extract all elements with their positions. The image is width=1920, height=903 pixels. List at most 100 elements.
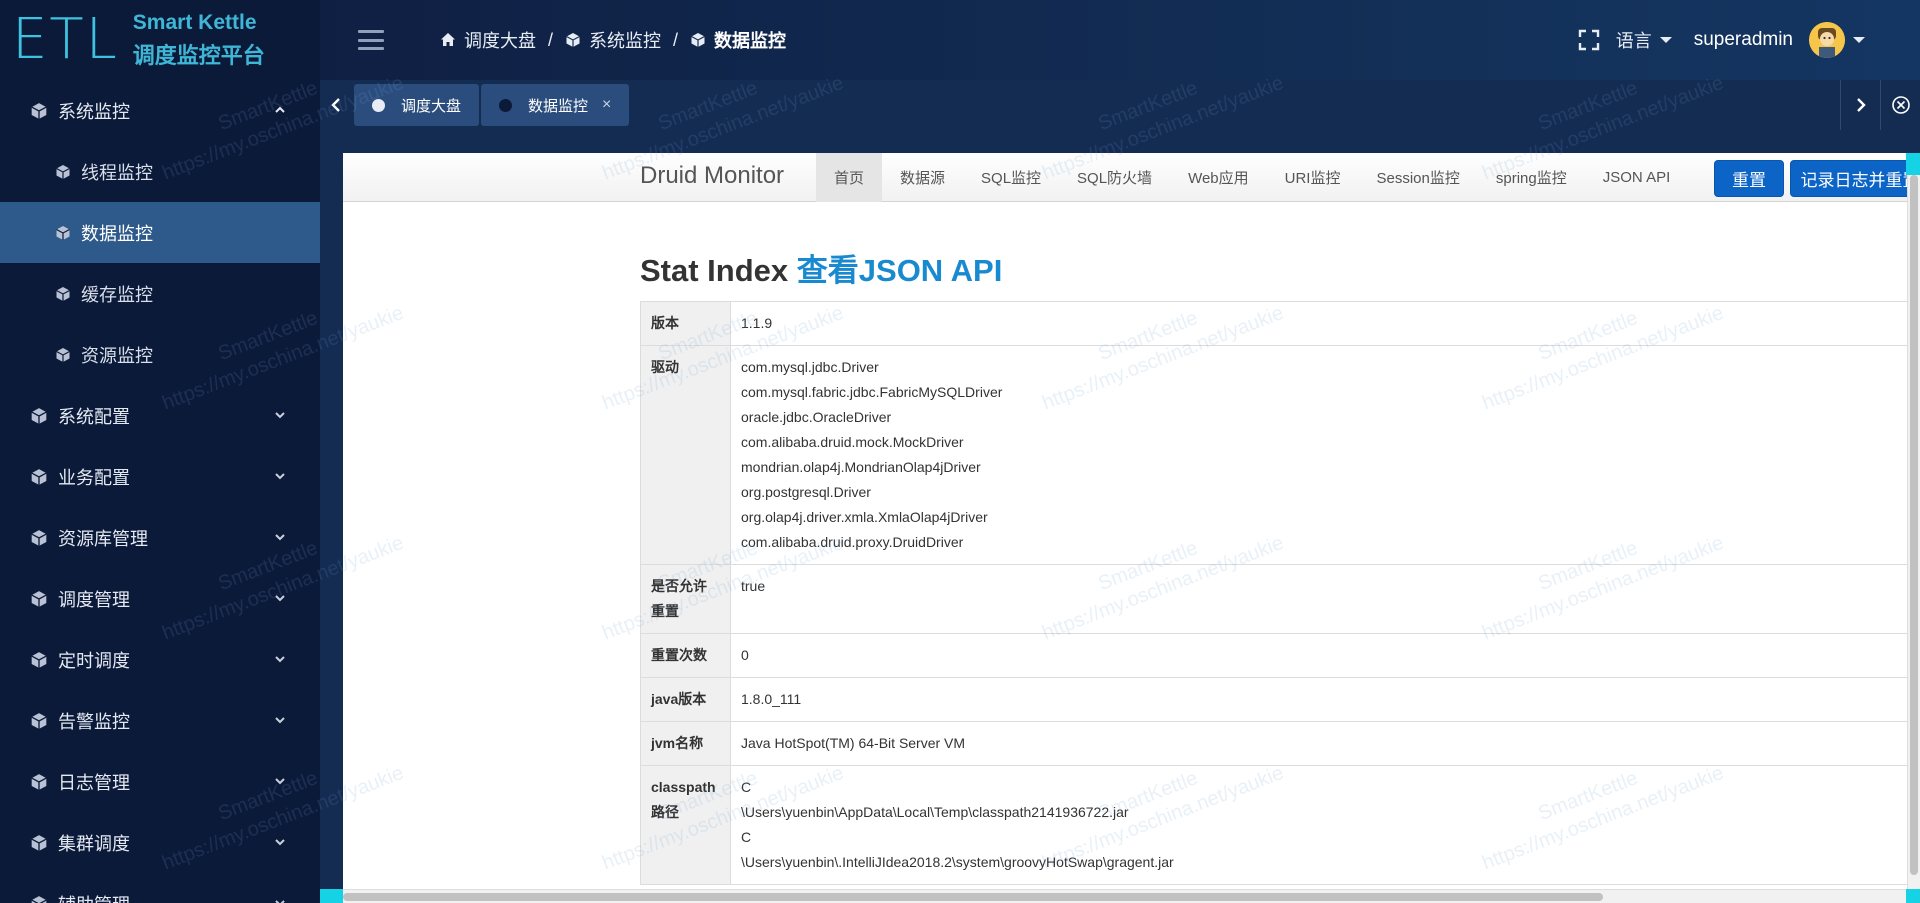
druid-nav-link[interactable]: Session监控 xyxy=(1358,153,1477,202)
sidebar-item[interactable]: 业务配置 xyxy=(0,446,320,507)
logo-text: Smart Kettle 调度监控平台 xyxy=(133,11,265,70)
sidebar-subitem[interactable]: 资源监控 xyxy=(0,324,320,385)
table-row: 驱动 com.mysql.jdbc.Driver com.mysql.fabric.… xyxy=(640,345,1920,565)
sidebar-item[interactable]: 资源库管理 xyxy=(0,507,320,568)
cube-icon xyxy=(31,529,47,546)
sidebar-subitem[interactable]: 数据监控 xyxy=(0,202,320,263)
cube-icon xyxy=(56,164,70,179)
horizontal-scrollbar[interactable] xyxy=(343,889,1920,903)
table-row: classpath路径 C \Users\yuenbin\AppData\Local… xyxy=(640,765,1920,885)
username: superadmin xyxy=(1693,29,1793,50)
druid-nav-link[interactable]: JSON API xyxy=(1585,153,1689,202)
druid-nav-link[interactable]: spring监控 xyxy=(1478,153,1585,202)
cube-icon xyxy=(31,712,47,729)
chevron-down-icon xyxy=(275,534,285,541)
accent-corner xyxy=(1906,889,1920,903)
druid-brand[interactable]: Druid Monitor xyxy=(640,162,784,190)
tabs-actions xyxy=(1840,80,1920,130)
reset-button[interactable]: 重置 xyxy=(1714,160,1784,197)
druid-nav-link[interactable]: SQL监控 xyxy=(963,153,1059,202)
sidebar-item[interactable]: 系统配置 xyxy=(0,385,320,446)
cube-icon xyxy=(56,347,70,362)
breadcrumb-separator: / xyxy=(548,29,554,50)
value-line: true xyxy=(741,578,766,594)
vertical-scrollbar[interactable] xyxy=(1907,153,1920,889)
close-all-tabs-button[interactable] xyxy=(1880,80,1920,130)
logo[interactable]: ETL Smart Kettle 调度监控平台 xyxy=(0,0,320,80)
sidebar-item[interactable]: 告警监控 xyxy=(0,690,320,751)
table-row: 重置次数 0 xyxy=(640,633,1920,678)
top-header: 调度大盘 / 系统监控 / 数据监控 语言 superadmin xyxy=(320,0,1920,80)
cube-icon xyxy=(566,33,580,47)
breadcrumb-item[interactable]: 调度大盘 xyxy=(464,27,536,53)
language-dropdown[interactable]: 语言 xyxy=(1616,27,1672,53)
logo-subtitle: 调度监控平台 xyxy=(132,42,265,68)
tab-status-dot xyxy=(372,98,385,112)
breadcrumb: 调度大盘 / 系统监控 / 数据监控 xyxy=(440,27,786,53)
tab-close-icon[interactable]: × xyxy=(602,96,611,114)
sidebar-item[interactable]: 调度管理 xyxy=(0,568,320,629)
accent-corner xyxy=(320,889,343,903)
logo-title: Smart Kettle xyxy=(132,10,257,34)
row-value: true xyxy=(730,564,1920,634)
header-actions: 语言 superadmin xyxy=(1578,0,1920,80)
sidebar-item[interactable]: 集群调度 xyxy=(0,812,320,873)
row-key: 是否允许重置 xyxy=(640,564,731,634)
value-line: com.mysql.fabric.jdbc.FabricMySQLDriver xyxy=(741,384,1003,400)
tab-dashboard[interactable]: 调度大盘 xyxy=(354,84,480,126)
value-line: C xyxy=(741,829,752,845)
sidebar-item-label: 资源监控 xyxy=(81,345,153,366)
druid-nav-link[interactable]: Web应用 xyxy=(1170,153,1267,202)
stat-index-title: Stat Index xyxy=(640,253,789,288)
fullscreen-icon[interactable] xyxy=(1578,29,1600,51)
cube-icon xyxy=(31,468,47,485)
cube-icon xyxy=(31,834,47,851)
log-and-reset-button[interactable]: 记录日志并重置 xyxy=(1790,160,1920,197)
row-value: Java HotSpot(TM) 64-Bit Server VM xyxy=(730,721,1920,766)
breadcrumb-item[interactable]: 系统监控 xyxy=(589,27,661,53)
chevron-right-icon xyxy=(1856,98,1866,112)
value-line: org.postgresql.Driver xyxy=(741,484,871,500)
cube-icon xyxy=(31,102,47,119)
cube-icon xyxy=(31,407,47,424)
menu-toggle-icon[interactable] xyxy=(358,30,384,50)
avatar xyxy=(1809,22,1845,58)
json-api-link[interactable]: 查看JSON API xyxy=(797,253,1003,288)
value-line: 1.8.0_111 xyxy=(741,691,802,707)
value-line: mondrian.olap4j.MondrianOlap4jDriver xyxy=(741,459,981,475)
table-row: java版本 1.8.0_111 xyxy=(640,677,1920,722)
cube-icon xyxy=(31,773,47,790)
value-line: C xyxy=(741,779,752,795)
tabs-scroll-left[interactable] xyxy=(320,80,352,130)
chevron-down-icon xyxy=(275,778,285,785)
cube-icon xyxy=(56,225,70,240)
accent-corner xyxy=(1906,153,1920,175)
table-row: 是否允许重置 true xyxy=(640,564,1920,634)
tabs-scroll-right[interactable] xyxy=(1840,80,1880,130)
user-menu[interactable]: superadmin xyxy=(1672,22,1865,58)
value-line: com.alibaba.druid.mock.MockDriver xyxy=(741,434,964,450)
sidebar-subitem[interactable]: 线程监控 xyxy=(0,141,320,202)
druid-nav-link[interactable]: 数据源 xyxy=(882,153,963,202)
sidebar-item-label: 辅助管理 xyxy=(58,891,130,903)
sidebar-item[interactable]: 辅助管理 xyxy=(0,873,320,903)
druid-nav-link[interactable]: 首页 xyxy=(816,153,883,202)
druid-nav-link[interactable]: SQL防火墙 xyxy=(1059,153,1170,202)
sidebar: ETL Smart Kettle 调度监控平台 系统监控 线程监控 数据监控 缓存监控… xyxy=(0,0,320,903)
sidebar-item[interactable]: 定时调度 xyxy=(0,629,320,690)
chevron-left-icon xyxy=(331,98,340,112)
druid-navbar: Druid Monitor 首页 数据源 SQL监控 SQL防火墙 Web应用 URI监控… xyxy=(343,153,1920,202)
chevron-down-icon xyxy=(275,595,285,602)
sidebar-item[interactable]: 系统监控 xyxy=(0,80,320,141)
cube-icon xyxy=(31,590,47,607)
druid-nav-link[interactable]: URI监控 xyxy=(1267,153,1359,202)
sidebar-subitem[interactable]: 缓存监控 xyxy=(0,263,320,324)
row-key: jvm名称 xyxy=(640,721,731,766)
tab-label: 调度大盘 xyxy=(401,97,462,115)
cube-icon xyxy=(691,33,705,47)
sidebar-item[interactable]: 日志管理 xyxy=(0,751,320,812)
tab-data-monitor[interactable]: 数据监控 × xyxy=(481,84,630,126)
sidebar-item-label: 资源库管理 xyxy=(58,528,148,549)
tab-label: 数据监控 xyxy=(528,97,589,115)
page-title: Stat Index 查看JSON API xyxy=(640,245,1002,290)
